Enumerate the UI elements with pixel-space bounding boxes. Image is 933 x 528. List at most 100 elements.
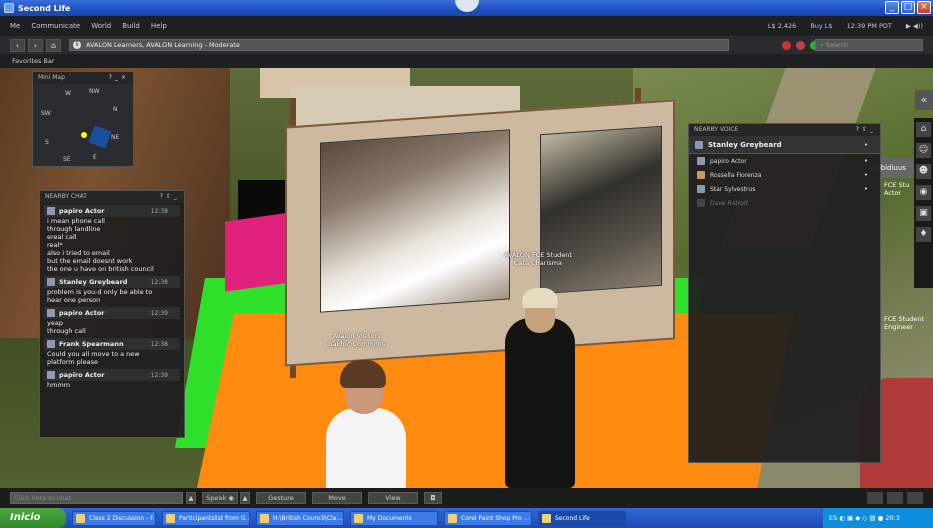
chat-author[interactable]: papiro Actor bbox=[59, 207, 105, 215]
buy-currency-link[interactable]: Buy L$ bbox=[810, 22, 832, 30]
window-title: Second Life bbox=[18, 3, 71, 13]
panel-controls[interactable]: ?_× bbox=[109, 72, 129, 84]
compass-w: W bbox=[65, 90, 71, 97]
home-tab-icon[interactable]: ⌂ bbox=[916, 122, 931, 137]
inventory-tab-icon[interactable]: ▣ bbox=[916, 206, 931, 221]
avatar-icon bbox=[695, 140, 703, 149]
location-text: AVALON Learners, AVALON Learning - Moder… bbox=[86, 41, 240, 49]
avatar-icon bbox=[47, 371, 55, 379]
chat-history-button[interactable]: ▲ bbox=[186, 492, 196, 504]
taskbar-item[interactable]: Participantslist from G... bbox=[162, 510, 250, 526]
avatar-white-shirt[interactable] bbox=[326, 408, 406, 488]
chat-bubble-icon[interactable] bbox=[887, 492, 903, 504]
chat-line: through landline bbox=[47, 225, 101, 233]
appearance-tab-icon[interactable]: ♦ bbox=[916, 227, 931, 242]
chat-line: hmmm bbox=[47, 381, 71, 389]
voice-participant[interactable]: Rossella Fiorenza • bbox=[689, 168, 880, 182]
chat-input[interactable]: Click here to chat. bbox=[10, 492, 183, 504]
chat-author[interactable]: Frank Spearmann bbox=[59, 340, 124, 348]
chat-message: Frank Spearmann 12:38 Could you all move … bbox=[44, 338, 180, 366]
chat-author[interactable]: papiro Actor bbox=[59, 371, 105, 379]
mini-map-view[interactable]: W NW N SW NE S SE E bbox=[33, 84, 133, 166]
voice-participant[interactable]: Dave Ratroit bbox=[689, 196, 880, 210]
navigation-bar: ‹ › ⌂ i AVALON Learners, AVALON Learning… bbox=[0, 36, 933, 54]
nearby-chat-panel[interactable]: NEARBY CHAT ?⇧_ papiro Actor 12:38 i mean… bbox=[39, 190, 185, 438]
voice-status-icon: • bbox=[863, 185, 868, 193]
menu-communicate[interactable]: Communicate bbox=[31, 22, 80, 30]
system-tray: ES ◐ ▣ ◆ ◇ ▤ ● 20:3 bbox=[823, 508, 933, 528]
menu-bar: Me Communicate World Build Help L$ 2,426… bbox=[0, 16, 933, 36]
voice-status-icon: • bbox=[863, 171, 868, 179]
menu-me[interactable]: Me bbox=[10, 22, 20, 30]
start-button[interactable]: Inicio bbox=[0, 508, 66, 528]
maximize-button[interactable]: □ bbox=[901, 1, 915, 14]
voice-status-icon: • bbox=[863, 157, 868, 165]
voice-self-row[interactable]: Stanley Greybeard • bbox=[689, 136, 880, 154]
people-tab-icon[interactable]: ☻ bbox=[916, 164, 931, 179]
info-icon[interactable]: i bbox=[73, 41, 81, 49]
avatar-black-outfit[interactable] bbox=[505, 318, 575, 488]
collapse-sidebar-icon[interactable]: « bbox=[915, 90, 933, 110]
close-button[interactable]: × bbox=[917, 1, 931, 14]
people-icon[interactable] bbox=[867, 492, 883, 504]
chat-time: 12:38 bbox=[150, 340, 168, 348]
bottom-toolbar: Click here to chat. ▲ Speak ◉ ▲ Gesture … bbox=[0, 488, 933, 508]
chat-line: problem is you-d only be able to bbox=[47, 288, 153, 296]
speak-button[interactable]: Speak ◉ bbox=[202, 492, 238, 504]
chat-line: ereal call bbox=[47, 233, 77, 241]
mini-map-panel[interactable]: Mini Map ?_× W NW N SW NE S SE E bbox=[32, 71, 134, 167]
chat-author[interactable]: Stanley Greybeard bbox=[59, 278, 127, 286]
chat-line: the one u have on british council bbox=[47, 265, 154, 273]
visitor-name-tag: Avalon Visitors Baldric Commons bbox=[328, 332, 386, 348]
voice-participant[interactable]: Star Sylvestrus • bbox=[689, 182, 880, 196]
view-button[interactable]: View bbox=[368, 492, 418, 504]
avatar-icon bbox=[47, 207, 55, 215]
mini-map-title: Mini Map bbox=[38, 74, 65, 81]
compass-nw: NW bbox=[89, 88, 100, 95]
snapshot-button[interactable]: ◘ bbox=[424, 492, 442, 504]
back-button[interactable]: ‹ bbox=[10, 38, 25, 52]
compass-s: S bbox=[45, 139, 49, 146]
nearby-voice-panel[interactable]: NEARBY VOICE ?⇧_ Stanley Greybeard • pap… bbox=[688, 123, 881, 463]
move-button[interactable]: Move bbox=[312, 492, 362, 504]
chat-message: papiro Actor 12:38 i mean phone call thro… bbox=[44, 205, 180, 273]
chat-time: 12:39 bbox=[150, 309, 168, 317]
menu-world[interactable]: World bbox=[91, 22, 111, 30]
clock-label: 12:39 PM PDT bbox=[846, 22, 892, 30]
tray-icons[interactable]: ES ◐ ▣ ◆ ◇ ▤ ● bbox=[829, 514, 885, 522]
minimize-button[interactable]: _ bbox=[885, 1, 899, 14]
taskbar-item[interactable]: My Documents bbox=[350, 510, 438, 526]
mini-map-header: Mini Map ?_× bbox=[33, 72, 133, 84]
menu-build[interactable]: Build bbox=[122, 22, 140, 30]
nearby-voice-header: NEARBY VOICE ?⇧_ bbox=[689, 124, 880, 136]
balance-label[interactable]: L$ 2,426 bbox=[768, 22, 796, 30]
menu-help[interactable]: Help bbox=[151, 22, 167, 30]
search-input[interactable]: ⌕ Search bbox=[815, 39, 923, 51]
places-tab-icon[interactable]: ◉ bbox=[916, 185, 931, 200]
taskbar-item[interactable]: H:\British Council\Cla... bbox=[256, 510, 344, 526]
home-button[interactable]: ⌂ bbox=[46, 38, 61, 52]
speak-options-button[interactable]: ▲ bbox=[240, 492, 250, 504]
nearby-chat-header: NEARBY CHAT ?⇧_ bbox=[40, 191, 184, 203]
panel-controls[interactable]: ?⇧_ bbox=[856, 124, 876, 136]
forward-button[interactable]: › bbox=[28, 38, 43, 52]
location-field[interactable]: i AVALON Learners, AVALON Learning - Mod… bbox=[69, 39, 729, 51]
chat-line: Could you all move to a new bbox=[47, 350, 140, 358]
no-fly-icon bbox=[796, 40, 805, 50]
play-media-icon[interactable]: ▶ ◀)) bbox=[906, 22, 923, 30]
profile-tab-icon[interactable]: ☺ bbox=[916, 143, 931, 158]
chat-line: hear one person bbox=[47, 296, 101, 304]
fce-tag-top: FCE Stu Actor bbox=[884, 181, 910, 197]
voice-participant[interactable]: papiro Actor • bbox=[689, 154, 880, 168]
taskbar-item[interactable]: Corel Paint Shop Pro ... bbox=[444, 510, 532, 526]
chat-time: 12:39 bbox=[150, 371, 168, 379]
notifications-icon[interactable] bbox=[907, 492, 923, 504]
fce-tag-bottom: FCE Student Engineer bbox=[884, 315, 925, 331]
panel-controls[interactable]: ?⇧_ bbox=[160, 191, 180, 203]
os-taskbar: Inicio Class 2 Discussion - F... Partici… bbox=[0, 508, 933, 528]
chat-line: also i tried to email bbox=[47, 249, 110, 257]
taskbar-item[interactable]: Class 2 Discussion - F... bbox=[72, 510, 156, 526]
taskbar-item-active[interactable]: Second Life bbox=[538, 510, 626, 526]
chat-author[interactable]: papiro Actor bbox=[59, 309, 105, 317]
gesture-button[interactable]: Gesture bbox=[256, 492, 306, 504]
